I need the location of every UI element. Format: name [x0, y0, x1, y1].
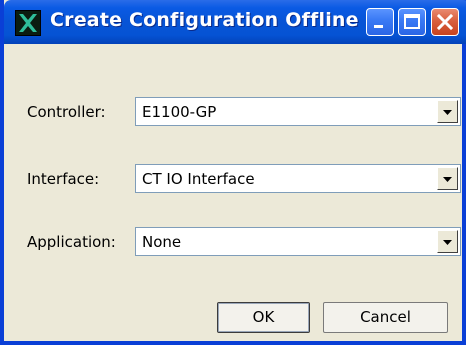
chevron-down-icon: [443, 240, 452, 245]
window-title: Create Configuration Offline: [50, 9, 359, 31]
application-select[interactable]: None: [135, 227, 461, 256]
interface-label: Interface:: [27, 170, 100, 188]
ok-button[interactable]: OK: [217, 302, 310, 333]
maximize-icon: [404, 14, 420, 29]
application-value: None: [142, 233, 182, 251]
interface-select[interactable]: CT IO Interface: [135, 164, 461, 193]
maximize-button[interactable]: [398, 8, 426, 36]
close-icon: [436, 13, 454, 31]
interface-dropdown-button[interactable]: [437, 167, 458, 190]
controller-value: E1100-GP: [142, 103, 217, 121]
application-label: Application:: [27, 233, 116, 251]
create-configuration-dialog: Create Configuration Offline Controller:…: [0, 0, 466, 345]
minimize-icon: [374, 25, 383, 28]
minimize-button[interactable]: [366, 8, 394, 36]
chevron-down-icon: [443, 110, 452, 115]
app-icon: [15, 10, 41, 36]
title-bar[interactable]: Create Configuration Offline: [4, 0, 466, 44]
controller-dropdown-button[interactable]: [437, 100, 458, 123]
cancel-button[interactable]: Cancel: [323, 302, 448, 333]
interface-value: CT IO Interface: [142, 170, 255, 188]
close-button[interactable]: [431, 8, 459, 36]
application-dropdown-button[interactable]: [437, 230, 458, 253]
controller-label: Controller:: [27, 103, 106, 121]
chevron-down-icon: [443, 177, 452, 182]
controller-select[interactable]: E1100-GP: [135, 97, 461, 126]
